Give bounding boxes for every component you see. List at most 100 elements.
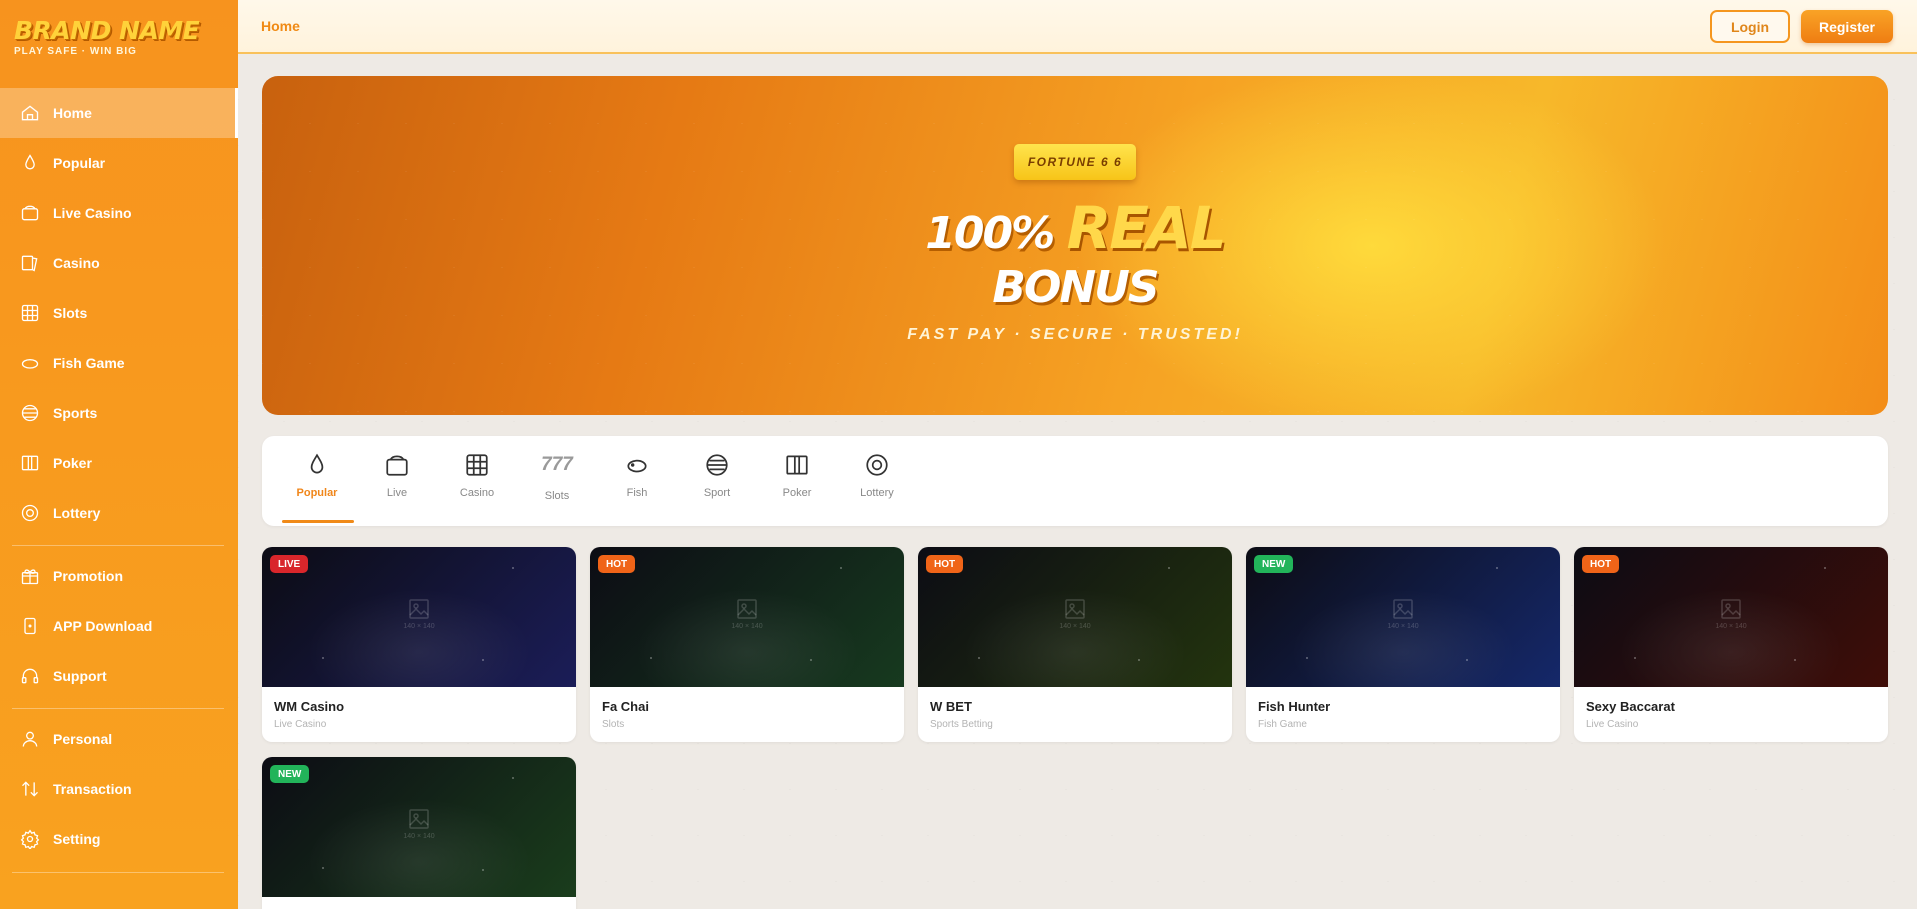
tab-live[interactable]: Live	[352, 436, 442, 522]
tab-sport[interactable]: Sport	[672, 436, 762, 522]
game-thumbnail: 140 × 140	[590, 547, 904, 687]
sidebar-item-transaction[interactable]: Transaction	[0, 764, 238, 814]
game-card[interactable]: 140 × 140 HOT Sexy Baccarat Live Casino	[1574, 547, 1888, 742]
game-category: Live Casino	[274, 719, 327, 730]
home-icon	[20, 103, 40, 123]
top-header: Home Login Register	[238, 0, 1917, 54]
sidebar-item-label: Fish Game	[53, 355, 125, 371]
tab-lottery[interactable]: Lottery	[832, 436, 922, 522]
tab-casino[interactable]: Casino	[432, 436, 522, 522]
image-placeholder-icon: 140 × 140	[1715, 597, 1747, 633]
breadcrumb[interactable]: Home	[261, 18, 300, 34]
sidebar-item-label: Live Casino	[53, 205, 132, 221]
sidebar-item-label: Casino	[53, 255, 100, 271]
seven-icon: 777	[541, 454, 573, 475]
sidebar-item-popular[interactable]: Popular	[0, 138, 238, 188]
game-card[interactable]: 140 × 140 NEW Fish Hunter Fish Game	[1246, 547, 1560, 742]
sidebar-divider	[12, 872, 224, 873]
poker-icon	[20, 453, 40, 473]
game-category: Sports Betting	[930, 719, 993, 730]
game-card[interactable]: 140 × 140 HOT W BET Sports Betting	[918, 547, 1232, 742]
banner-subline: FAST PAY · SECURE · TRUSTED!	[907, 326, 1243, 343]
game-category: Slots	[602, 719, 625, 730]
sidebar-item-app-download[interactable]: APP Download	[0, 601, 238, 651]
sidebar-item-label: Setting	[53, 831, 101, 847]
sidebar-item-promotion[interactable]: Promotion	[0, 551, 238, 601]
ball-icon	[20, 403, 40, 423]
sidebar-item-label: Transaction	[53, 781, 132, 797]
sidebar-item-poker[interactable]: Poker	[0, 438, 238, 488]
sidebar-item-live-casino[interactable]: Live Casino	[0, 188, 238, 238]
ball-icon	[706, 454, 728, 476]
transfer-icon	[20, 779, 40, 799]
game-thumbnail: 140 × 140	[1574, 547, 1888, 687]
game-thumbnail: 140 × 140	[262, 547, 576, 687]
sidebar-item-label: Sports	[53, 405, 98, 421]
image-placeholder-icon: 140 × 140	[1387, 597, 1419, 633]
sidebar-item-slots[interactable]: Slots	[0, 288, 238, 338]
sidebar-item-fish-game[interactable]: Fish Game	[0, 338, 238, 388]
game-thumbnail: 140 × 140	[1246, 547, 1560, 687]
sidebar-item-label: Slots	[53, 305, 88, 321]
sidebar-item-lottery[interactable]: Lottery	[0, 488, 238, 538]
fish-icon	[627, 459, 647, 473]
brand-logo[interactable]: BRAND NAME PLAY SAFE · WIN BIG	[14, 16, 200, 58]
fish-icon	[20, 353, 40, 373]
tab-slots[interactable]: 777 Slots	[512, 436, 602, 522]
grid-icon	[20, 303, 40, 323]
status-badge: NEW	[1254, 555, 1294, 573]
tab-label: Live	[386, 487, 408, 499]
banner-badge: FORTUNE 6 6	[1014, 144, 1136, 180]
sidebar-item-label: Home	[53, 105, 92, 121]
gift-icon	[20, 566, 40, 586]
sidebar-item-label: Poker	[53, 455, 92, 471]
sidebar-item-casino[interactable]: Casino	[0, 238, 238, 288]
sidebar-item-home[interactable]: Home	[0, 88, 238, 138]
sidebar-item-label: Promotion	[53, 568, 123, 584]
poker-icon	[786, 455, 808, 475]
status-badge: HOT	[598, 555, 636, 573]
brand-tagline: PLAY SAFE · WIN BIG	[14, 46, 137, 57]
game-title: Sexy Baccarat	[1586, 699, 1675, 714]
game-thumbnail: 140 × 140	[918, 547, 1232, 687]
game-title: Fish Hunter	[1258, 699, 1331, 714]
sidebar-item-support[interactable]: Support	[0, 651, 238, 701]
sidebar-divider	[12, 708, 224, 709]
login-button[interactable]: Login	[1710, 10, 1790, 43]
sidebar-item-label: Lottery	[53, 505, 101, 521]
sidebar-item-label: Popular	[53, 155, 106, 171]
sidebar-item-label: APP Download	[53, 618, 153, 634]
sidebar-item-setting[interactable]: Setting	[0, 814, 238, 864]
banner-headline: 100% REAL	[262, 198, 1888, 264]
user-icon	[20, 729, 40, 749]
tab-popular[interactable]: Popular	[272, 436, 362, 522]
sidebar-item-label: Personal	[53, 731, 113, 747]
promo-banner[interactable]: FORTUNE 6 6 100% REAL BONUS FAST PAY · S…	[262, 76, 1888, 415]
banner-headline-real: REAL	[1066, 194, 1227, 262]
image-placeholder-icon: 140 × 140	[731, 597, 763, 633]
game-category: Live Casino	[1586, 719, 1639, 730]
lottery-icon	[20, 503, 40, 523]
headset-icon	[20, 666, 40, 686]
status-badge: NEW	[270, 765, 310, 783]
game-card[interactable]: 140 × 140 NEW	[262, 757, 576, 909]
game-card[interactable]: 140 × 140 HOT Fa Chai Slots	[590, 547, 904, 742]
active-tab-indicator	[282, 520, 354, 523]
sidebar-item-sports[interactable]: Sports	[0, 388, 238, 438]
game-title: Fa Chai	[602, 699, 649, 714]
game-card[interactable]: 140 × 140 LIVE WM Casino Live Casino	[262, 547, 576, 742]
status-badge: HOT	[1582, 555, 1620, 573]
sidebar-item-label: Support	[53, 668, 107, 684]
brand-name: BRAND NAME	[14, 16, 200, 45]
tab-label: Popular	[296, 487, 338, 499]
tab-fish[interactable]: Fish	[592, 436, 682, 522]
status-badge: LIVE	[270, 555, 309, 573]
tab-poker[interactable]: Poker	[752, 436, 842, 522]
banner-headline-percent: 100%	[925, 208, 1055, 259]
tab-label: Fish	[626, 487, 648, 499]
tab-label: Sport	[703, 487, 731, 499]
sidebar-item-personal[interactable]: Personal	[0, 714, 238, 764]
register-button[interactable]: Register	[1801, 10, 1893, 43]
game-title: W BET	[930, 699, 972, 714]
tab-label: Casino	[459, 487, 495, 499]
